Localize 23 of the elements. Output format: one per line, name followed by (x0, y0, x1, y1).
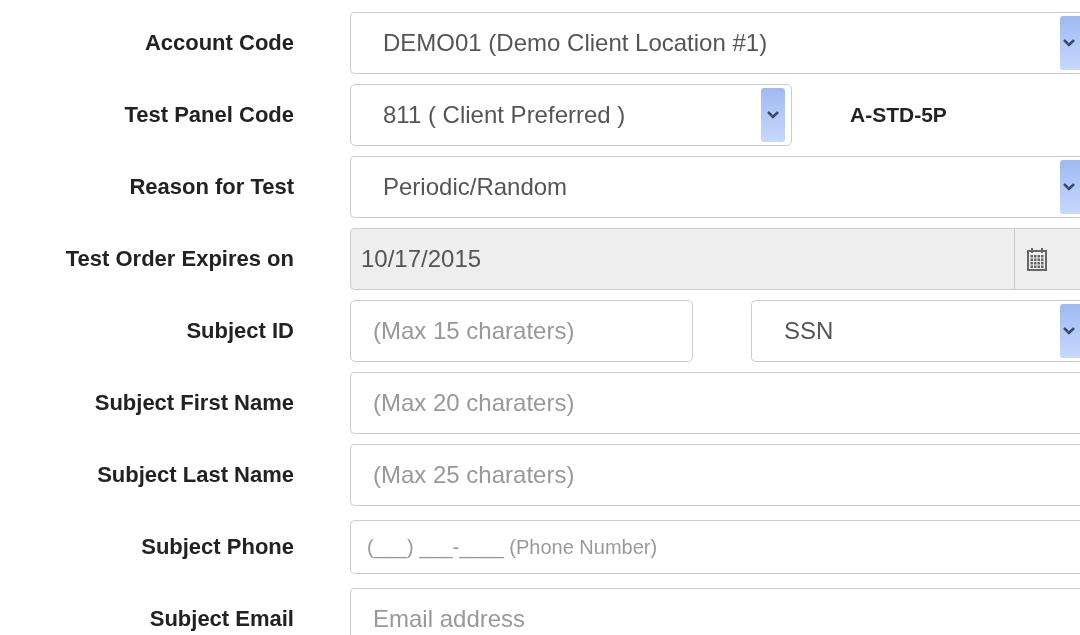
panel-code-text: A-STD-5P (850, 103, 947, 127)
field-label: Reason for Test (129, 174, 294, 200)
chevron-down-icon (1063, 39, 1075, 47)
dropdown[interactable]: Periodic/Random (350, 156, 1080, 218)
input-field[interactable]: (Max 15 charaters) (350, 300, 693, 362)
chevron-down-icon (1063, 183, 1075, 191)
input-field[interactable]: (___) ___-____ (Phone Number) (350, 520, 1080, 574)
chevron-down-icon (767, 111, 779, 119)
chevron-down-icon (1063, 327, 1075, 335)
field-label: Subject First Name (94, 390, 294, 416)
input-field[interactable]: (Max 25 charaters) (350, 444, 1080, 506)
field-label: Account Code (144, 30, 294, 56)
field-label: Subject Email (149, 606, 294, 632)
field-label: Subject Last Name (97, 462, 294, 488)
field-label: Subject Phone (141, 534, 294, 560)
dropdown[interactable]: 811 ( Client Preferred ) (350, 84, 792, 146)
dropdown[interactable]: SSN (751, 300, 1080, 362)
field-label: Subject ID (186, 318, 294, 344)
field-label: Test Panel Code (124, 102, 294, 128)
dropdown[interactable]: DEMO01 (Demo Client Location #1) (350, 12, 1080, 74)
input-field[interactable]: (Max 20 charaters) (350, 372, 1080, 434)
field-label: Test Order Expires on (65, 246, 294, 272)
input-field[interactable]: Email address (350, 588, 1080, 635)
